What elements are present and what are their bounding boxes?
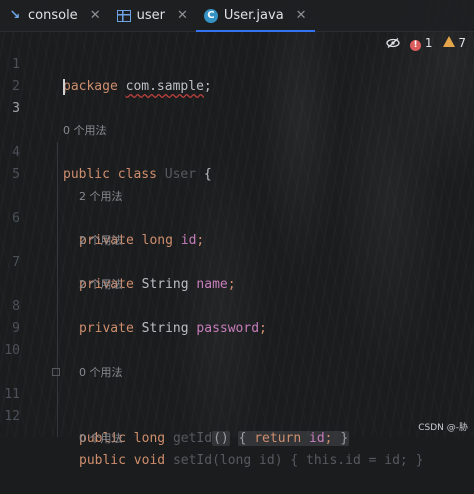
code-line[interactable]: 1 package com.sample; [0, 32, 474, 94]
close-icon[interactable]: ✕ [296, 8, 307, 23]
watermark-text: CSDN @-胁 [418, 423, 468, 433]
close-icon[interactable]: ✕ [90, 8, 101, 23]
tab-user[interactable]: user ✕ [109, 0, 196, 31]
close-icon[interactable]: ✕ [177, 8, 188, 23]
tab-label: User.java [223, 8, 284, 23]
inlay-hint-row: 0 个用法 [0, 340, 474, 379]
code-line[interactable]: 2 [0, 54, 474, 94]
code-line[interactable]: 11 public long getId() { return id; } [0, 362, 474, 446]
inlay-hint-row: 2 个用法 [0, 208, 474, 247]
code-line[interactable]: 9 [0, 296, 474, 336]
console-icon: ↘ [9, 8, 21, 23]
tab-user-java[interactable]: C User.java ✕ [195, 0, 315, 32]
code-line-current[interactable]: 3 [0, 76, 474, 116]
code-line[interactable]: 6 private long id; [0, 186, 474, 248]
inlay-hint-row: 2 个用法 [0, 252, 474, 291]
text-caret [63, 79, 65, 95]
editor-tab-bar: ↘ console ✕ user ✕ C User.java ✕ [0, 0, 474, 32]
tab-label: console [28, 8, 78, 23]
method-rest: (long id) { this.id = id; } [212, 453, 424, 468]
code-line[interactable]: 4 public class User { [0, 120, 474, 182]
code-line[interactable]: 10 [0, 318, 474, 358]
fold-toggle-icon[interactable] [52, 368, 60, 376]
line-content: public void setId(long id) { this.id = i… [79, 450, 423, 472]
inlay-hint-row: 2 个用法 [0, 164, 474, 203]
tab-label: user [136, 8, 165, 23]
method-name: setId [172, 453, 213, 468]
inlay-hint-row: 0 个用法 [0, 98, 474, 137]
tab-console[interactable]: ↘ console ✕ [0, 0, 109, 31]
keyword: public [79, 453, 126, 468]
code-editor[interactable]: ! 1 7 1 package com.sample; 2 3 0 个用法 4 … [0, 32, 474, 468]
table-icon [116, 9, 131, 22]
keyword: void [133, 453, 166, 468]
code-line[interactable]: 7 private String name; [0, 230, 474, 292]
code-line[interactable]: 12 [0, 384, 474, 424]
code-line-partial[interactable]: public void setId(long id) { this.id = i… [0, 428, 474, 468]
inlay-hint-row: 0 个用法 [0, 406, 474, 445]
code-line[interactable]: 5 [0, 142, 474, 182]
java-class-icon: C [203, 8, 218, 23]
code-line[interactable]: 8 private String password; [0, 274, 474, 336]
